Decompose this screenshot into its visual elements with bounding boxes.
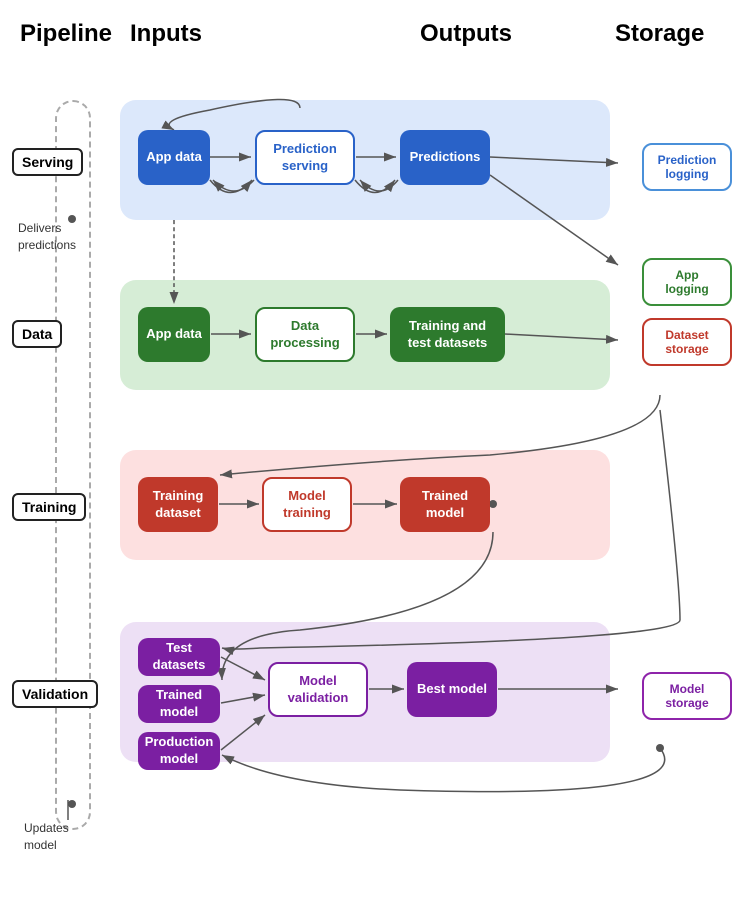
node-data-processing: Data processing: [255, 307, 355, 362]
node-val-trained-model: Trained model: [138, 685, 220, 723]
node-trained-model: Trained model: [400, 477, 490, 532]
pipeline-label-data: Data: [12, 320, 62, 348]
node-best-model: Best model: [407, 662, 497, 717]
node-data-app-data: App data: [138, 307, 210, 362]
storage-dataset-storage: Dataset storage: [642, 318, 732, 366]
node-training-dataset: Training dataset: [138, 477, 218, 532]
pipeline-label-validation: Validation: [12, 680, 98, 708]
storage-model-storage: Model storage: [642, 672, 732, 720]
col-header-storage: Storage: [615, 20, 704, 48]
diagram-container: Pipeline Inputs Outputs Storage Delivers…: [0, 0, 742, 906]
col-header-outputs: Outputs: [420, 20, 512, 48]
node-predictions: Predictions: [400, 130, 490, 185]
node-test-datasets: Test datasets: [138, 638, 220, 676]
delivers-predictions-label: Delivers predictions: [18, 220, 88, 254]
storage-prediction-logging: Prediction logging: [642, 143, 732, 191]
storage-app-logging: App logging: [642, 258, 732, 306]
col-header-pipeline: Pipeline: [20, 20, 112, 48]
node-prediction-serving: Prediction serving: [255, 130, 355, 185]
node-production-model: Production model: [138, 732, 220, 770]
col-header-inputs: Inputs: [130, 20, 202, 48]
pipeline-label-serving: Serving: [12, 148, 83, 176]
pipeline-dot-serving: [68, 215, 76, 223]
node-training-test-datasets: Training and test datasets: [390, 307, 505, 362]
node-model-validation: Model validation: [268, 662, 368, 717]
pipeline-dot-validation: [68, 800, 76, 808]
node-serving-app-data: App data: [138, 130, 210, 185]
updates-model-label: Updates model: [24, 820, 94, 854]
pipeline-label-training: Training: [12, 493, 86, 521]
node-model-training: Model training: [262, 477, 352, 532]
pipeline-line: [55, 100, 91, 830]
